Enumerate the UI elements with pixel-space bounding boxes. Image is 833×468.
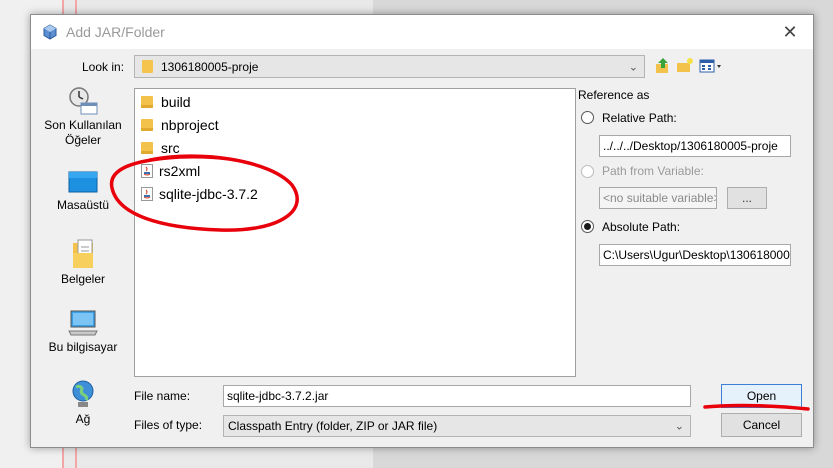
desktop-icon [68,171,98,193]
place-label: Masaüstü [56,198,110,212]
documents-icon [73,239,93,268]
cancel-button[interactable]: Cancel [721,413,802,437]
place-label: Belgeler [60,272,106,286]
list-item[interactable]: build [141,92,191,112]
close-button[interactable]: ✕ [767,15,813,49]
look-in-value: 1306180005-proje [161,59,259,74]
chevron-down-icon: ⌄ [628,61,638,73]
look-in-label: Look in: [82,60,125,74]
place-desktop[interactable]: Masaüstü [35,171,131,213]
file-name: nbproject [161,117,219,133]
file-name-input[interactable]: sqlite-jdbc-3.7.2.jar [223,385,691,407]
folder-icon [141,96,153,108]
view-menu-icon[interactable] [699,57,723,75]
netbeans-cube-icon [43,24,57,40]
title-bar: Add JAR/Folder ✕ [31,15,813,49]
path-from-variable-radio[interactable] [581,165,594,178]
place-documents[interactable]: Belgeler [35,239,131,287]
relative-path-field[interactable]: ../../../Desktop/1306180005-proje [599,135,791,157]
dialog-title: Add JAR/Folder [66,24,165,40]
java-jar-icon [141,187,153,201]
file-name-label: File name: [134,389,191,403]
recent-items-icon [69,87,98,115]
path-from-variable-label: Path from Variable: [602,164,704,178]
add-jar-folder-dialog: Add JAR/Folder ✕ Look in: 1306180005-pro… [30,14,814,448]
file-list[interactable]: build nbproject src rs2xml sqlite-jdbc-3… [134,88,576,377]
list-item[interactable]: nbproject [141,115,219,135]
absolute-path-radio[interactable] [581,220,594,233]
folder-icon [142,60,153,73]
list-item[interactable]: rs2xml [141,161,200,181]
look-in-dropdown[interactable]: 1306180005-proje ⌄ [134,55,645,78]
place-label: Ağ [75,412,91,426]
relative-path-radio[interactable] [581,111,594,124]
chevron-down-icon: ⌄ [674,420,684,433]
network-icon [72,380,94,407]
files-of-type-value: Classpath Entry (folder, ZIP or JAR file… [228,419,438,433]
files-of-type-dropdown[interactable]: Classpath Entry (folder, ZIP or JAR file… [223,415,691,437]
absolute-path-field[interactable]: C:\Users\Ugur\Desktop\1306180005-proje [599,244,791,266]
list-item[interactable]: sqlite-jdbc-3.7.2 [141,184,258,204]
relative-path-label: Relative Path: [602,111,677,125]
variable-field[interactable]: <no suitable variable> [599,187,717,209]
browse-variable-button[interactable]: ... [727,187,767,209]
list-item[interactable]: src [141,138,180,158]
file-name: src [161,140,180,156]
files-of-type-label: Files of type: [134,418,203,432]
place-this-pc[interactable]: Bu bilgisayar [35,309,131,355]
place-network[interactable]: Ağ [35,379,131,427]
file-name: sqlite-jdbc-3.7.2 [159,186,258,202]
computer-icon [68,310,98,336]
close-icon: ✕ [782,21,798,42]
place-recent-items[interactable]: Son Kullanılan Öğeler [35,85,131,162]
place-label: Son Kullanılan Öğeler [44,118,122,147]
open-button[interactable]: Open [721,384,802,408]
absolute-path-label: Absolute Path: [602,220,681,234]
java-jar-icon [141,164,153,178]
create-new-folder-icon[interactable] [676,57,694,75]
file-name: rs2xml [159,163,201,179]
up-one-level-icon[interactable] [654,57,672,75]
reference-as-label: Reference as [578,88,650,102]
folder-icon [141,142,153,154]
folder-icon [141,119,153,131]
place-label: Bu bilgisayar [48,340,118,354]
file-name: build [161,94,191,110]
